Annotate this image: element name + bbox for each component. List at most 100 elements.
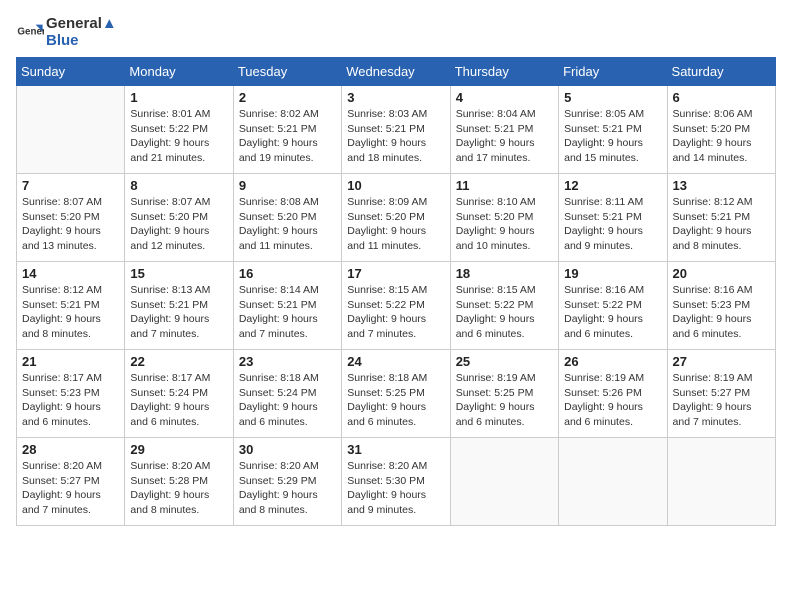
day-number: 17 xyxy=(347,266,444,281)
week-row-4: 28 Sunrise: 8:20 AM Sunset: 5:27 PM Dayli… xyxy=(17,438,776,526)
day-number: 29 xyxy=(130,442,227,457)
day-number: 4 xyxy=(456,90,553,105)
day-info: Sunrise: 8:11 AM Sunset: 5:21 PM Dayligh… xyxy=(564,195,661,254)
day-info: Sunrise: 8:18 AM Sunset: 5:24 PM Dayligh… xyxy=(239,371,336,430)
day-info: Sunrise: 8:05 AM Sunset: 5:21 PM Dayligh… xyxy=(564,107,661,166)
day-number: 5 xyxy=(564,90,661,105)
day-number: 20 xyxy=(673,266,770,281)
day-number: 16 xyxy=(239,266,336,281)
day-number: 2 xyxy=(239,90,336,105)
day-info: Sunrise: 8:03 AM Sunset: 5:21 PM Dayligh… xyxy=(347,107,444,166)
day-info: Sunrise: 8:20 AM Sunset: 5:30 PM Dayligh… xyxy=(347,459,444,518)
calendar-cell: 13 Sunrise: 8:12 AM Sunset: 5:21 PM Dayli… xyxy=(667,174,775,262)
day-number: 10 xyxy=(347,178,444,193)
calendar-cell: 28 Sunrise: 8:20 AM Sunset: 5:27 PM Dayli… xyxy=(17,438,125,526)
calendar-cell: 9Sunrise: 8:08 AM Sunset: 5:20 PM Daylig… xyxy=(233,174,341,262)
calendar-cell: 27Sunrise: 8:19 AM Sunset: 5:27 PM Dayli… xyxy=(667,350,775,438)
calendar-cell: 4 Sunrise: 8:04 AM Sunset: 5:21 PM Daylig… xyxy=(450,86,558,174)
day-number: 21 xyxy=(22,354,119,369)
day-header-sunday: Sunday xyxy=(17,58,125,86)
day-number: 7 xyxy=(22,178,119,193)
day-number: 8 xyxy=(130,178,227,193)
day-number: 31 xyxy=(347,442,444,457)
day-info: Sunrise: 8:12 AM Sunset: 5:21 PM Dayligh… xyxy=(22,283,119,342)
week-row-2: 14Sunrise: 8:12 AM Sunset: 5:21 PM Dayli… xyxy=(17,262,776,350)
day-info: Sunrise: 8:06 AM Sunset: 5:20 PM Dayligh… xyxy=(673,107,770,166)
day-number: 13 xyxy=(673,178,770,193)
calendar-cell: 29 Sunrise: 8:20 AM Sunset: 5:28 PM Dayli… xyxy=(125,438,233,526)
day-header-monday: Monday xyxy=(125,58,233,86)
day-info: Sunrise: 8:15 AM Sunset: 5:22 PM Dayligh… xyxy=(456,283,553,342)
day-info: Sunrise: 8:20 AM Sunset: 5:28 PM Dayligh… xyxy=(130,459,227,518)
calendar-cell: 30 Sunrise: 8:20 AM Sunset: 5:29 PM Dayli… xyxy=(233,438,341,526)
day-info: Sunrise: 8:02 AM Sunset: 5:21 PM Dayligh… xyxy=(239,107,336,166)
day-info: Sunrise: 8:07 AM Sunset: 5:20 PM Dayligh… xyxy=(22,195,119,254)
day-info: Sunrise: 8:20 AM Sunset: 5:27 PM Dayligh… xyxy=(22,459,119,518)
day-info: Sunrise: 8:19 AM Sunset: 5:27 PM Dayligh… xyxy=(673,371,770,430)
day-info: Sunrise: 8:19 AM Sunset: 5:26 PM Dayligh… xyxy=(564,371,661,430)
calendar-cell: 15Sunrise: 8:13 AM Sunset: 5:21 PM Dayli… xyxy=(125,262,233,350)
calendar-cell xyxy=(17,86,125,174)
day-info: Sunrise: 8:07 AM Sunset: 5:20 PM Dayligh… xyxy=(130,195,227,254)
day-info: Sunrise: 8:15 AM Sunset: 5:22 PM Dayligh… xyxy=(347,283,444,342)
day-info: Sunrise: 8:20 AM Sunset: 5:29 PM Dayligh… xyxy=(239,459,336,518)
day-info: Sunrise: 8:18 AM Sunset: 5:25 PM Dayligh… xyxy=(347,371,444,430)
day-number: 30 xyxy=(239,442,336,457)
calendar-cell: 14Sunrise: 8:12 AM Sunset: 5:21 PM Dayli… xyxy=(17,262,125,350)
day-number: 22 xyxy=(130,354,227,369)
day-number: 6 xyxy=(673,90,770,105)
day-info: Sunrise: 8:04 AM Sunset: 5:21 PM Dayligh… xyxy=(456,107,553,166)
calendar-cell: 6 Sunrise: 8:06 AM Sunset: 5:20 PM Daylig… xyxy=(667,86,775,174)
day-number: 28 xyxy=(22,442,119,457)
day-number: 23 xyxy=(239,354,336,369)
calendar-cell: 21 Sunrise: 8:17 AM Sunset: 5:23 PM Dayli… xyxy=(17,350,125,438)
day-info: Sunrise: 8:17 AM Sunset: 5:23 PM Dayligh… xyxy=(22,371,119,430)
day-info: Sunrise: 8:10 AM Sunset: 5:20 PM Dayligh… xyxy=(456,195,553,254)
week-row-3: 21 Sunrise: 8:17 AM Sunset: 5:23 PM Dayli… xyxy=(17,350,776,438)
calendar-cell xyxy=(667,438,775,526)
logo-icon: General xyxy=(16,19,44,47)
calendar-header: SundayMondayTuesdayWednesdayThursdayFrid… xyxy=(17,58,776,86)
day-number: 1 xyxy=(130,90,227,105)
day-header-saturday: Saturday xyxy=(667,58,775,86)
calendar-cell: 11 Sunrise: 8:10 AM Sunset: 5:20 PM Dayli… xyxy=(450,174,558,262)
logo: General General▲ Blue xyxy=(16,16,117,49)
calendar-cell: 16Sunrise: 8:14 AM Sunset: 5:21 PM Dayli… xyxy=(233,262,341,350)
calendar-cell: 17 Sunrise: 8:15 AM Sunset: 5:22 PM Dayli… xyxy=(342,262,450,350)
day-info: Sunrise: 8:17 AM Sunset: 5:24 PM Dayligh… xyxy=(130,371,227,430)
calendar-cell: 10 Sunrise: 8:09 AM Sunset: 5:20 PM Dayli… xyxy=(342,174,450,262)
calendar-cell: 3 Sunrise: 8:03 AM Sunset: 5:21 PM Daylig… xyxy=(342,86,450,174)
day-number: 24 xyxy=(347,354,444,369)
calendar-cell: 23 Sunrise: 8:18 AM Sunset: 5:24 PM Dayli… xyxy=(233,350,341,438)
day-info: Sunrise: 8:12 AM Sunset: 5:21 PM Dayligh… xyxy=(673,195,770,254)
day-number: 18 xyxy=(456,266,553,281)
day-info: Sunrise: 8:08 AM Sunset: 5:20 PM Dayligh… xyxy=(239,195,336,254)
day-header-wednesday: Wednesday xyxy=(342,58,450,86)
calendar-cell: 25 Sunrise: 8:19 AM Sunset: 5:25 PM Dayli… xyxy=(450,350,558,438)
calendar-cell: 12 Sunrise: 8:11 AM Sunset: 5:21 PM Dayli… xyxy=(559,174,667,262)
day-number: 25 xyxy=(456,354,553,369)
calendar-cell: 18 Sunrise: 8:15 AM Sunset: 5:22 PM Dayli… xyxy=(450,262,558,350)
day-info: Sunrise: 8:01 AM Sunset: 5:22 PM Dayligh… xyxy=(130,107,227,166)
calendar-cell: 7 Sunrise: 8:07 AM Sunset: 5:20 PM Daylig… xyxy=(17,174,125,262)
calendar-cell: 19 Sunrise: 8:16 AM Sunset: 5:22 PM Dayli… xyxy=(559,262,667,350)
calendar-cell: 20Sunrise: 8:16 AM Sunset: 5:23 PM Dayli… xyxy=(667,262,775,350)
calendar-cell: 26 Sunrise: 8:19 AM Sunset: 5:26 PM Dayli… xyxy=(559,350,667,438)
calendar-cell: 31 Sunrise: 8:20 AM Sunset: 5:30 PM Dayli… xyxy=(342,438,450,526)
day-info: Sunrise: 8:16 AM Sunset: 5:22 PM Dayligh… xyxy=(564,283,661,342)
week-row-1: 7 Sunrise: 8:07 AM Sunset: 5:20 PM Daylig… xyxy=(17,174,776,262)
day-number: 3 xyxy=(347,90,444,105)
day-number: 11 xyxy=(456,178,553,193)
calendar-cell: 2 Sunrise: 8:02 AM Sunset: 5:21 PM Daylig… xyxy=(233,86,341,174)
day-number: 26 xyxy=(564,354,661,369)
day-number: 19 xyxy=(564,266,661,281)
calendar-cell xyxy=(450,438,558,526)
day-info: Sunrise: 8:19 AM Sunset: 5:25 PM Dayligh… xyxy=(456,371,553,430)
calendar-cell xyxy=(559,438,667,526)
day-info: Sunrise: 8:09 AM Sunset: 5:20 PM Dayligh… xyxy=(347,195,444,254)
day-number: 12 xyxy=(564,178,661,193)
calendar-cell: 24 Sunrise: 8:18 AM Sunset: 5:25 PM Dayli… xyxy=(342,350,450,438)
calendar-table: SundayMondayTuesdayWednesdayThursdayFrid… xyxy=(16,57,776,526)
day-header-thursday: Thursday xyxy=(450,58,558,86)
page-header: General General▲ Blue xyxy=(16,16,776,49)
